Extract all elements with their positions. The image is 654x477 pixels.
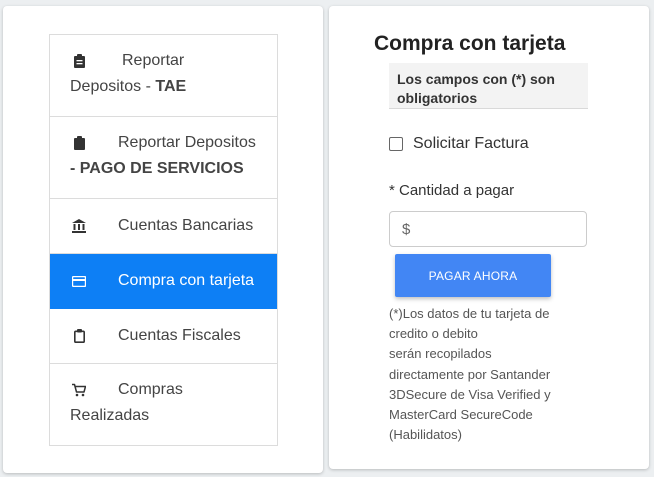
menu-item-label: Compra con tarjeta [118,272,255,289]
invoice-row: Solicitar Factura [389,135,529,153]
disclaimer-line: (Habilidatos) [389,427,462,443]
menu-item-label: Cuentas Fiscales [118,327,241,344]
disclaimer-line: (*)Los datos de tu tarjeta de [389,306,550,321]
disclaimer-line: serán recopilados [389,346,492,362]
credit-card-icon [72,274,86,288]
menu-item-label: Cuentas Bancarias [118,217,254,234]
menu-item-line2: Depositos - TAE [70,78,187,95]
clipboard-icon [72,54,86,68]
payment-form-card: Compra con tarjeta Los campos con (*) so… [329,6,649,469]
menu-item-line1: Reportar [122,52,185,69]
disclaimer-text: (*)Los datos de tu tarjeta de credito o … [389,304,551,445]
currency-prefix: $ [402,221,411,238]
menu-item-compras-realizadas[interactable]: Compras Realizadas [50,364,277,446]
amount-input[interactable]: $ [389,211,587,247]
disclaimer-line: credito o debito [389,326,478,342]
side-menu: Reportar Depositos - TAE Reportar Deposi… [49,34,278,446]
page-title: Compra con tarjeta [374,32,566,55]
invoice-label[interactable]: Solicitar Factura [413,135,529,153]
cart-icon [72,383,86,397]
menu-item-line2: Realizadas [70,407,150,424]
menu-item-line1: Reportar Depositos [118,134,256,151]
required-fields-note: Los campos con (*) son obligatorios [389,63,588,109]
disclaimer-line: MasterCard SecureCode [389,407,533,423]
menu-item-reportar-tae[interactable]: Reportar Depositos - TAE [50,35,277,117]
clipboard-icon [72,136,86,150]
menu-item-cuentas-fiscales[interactable]: Cuentas Fiscales [50,309,277,364]
pay-now-button[interactable]: PAGAR AHORA [395,254,551,297]
bank-icon [72,219,86,233]
disclaimer-line: 3DSecure de Visa Verified y [389,386,551,402]
menu-item-line2: - PAGO DE SERVICIOS [70,160,244,177]
side-menu-card: Reportar Depositos - TAE Reportar Deposi… [3,6,323,473]
menu-item-compra-con-tarjeta[interactable]: Compra con tarjeta [50,254,277,309]
invoice-checkbox[interactable] [389,137,403,151]
menu-item-cuentas-bancarias[interactable]: Cuentas Bancarias [50,199,277,254]
menu-item-line1: Compras [118,381,183,398]
disclaimer-line: directamente por Santander [389,366,551,382]
clipboard-outline-icon [72,329,86,343]
amount-label: * Cantidad a pagar [389,182,515,199]
menu-item-reportar-servicios[interactable]: Reportar Depositos - PAGO DE SERVICIOS [50,117,277,199]
